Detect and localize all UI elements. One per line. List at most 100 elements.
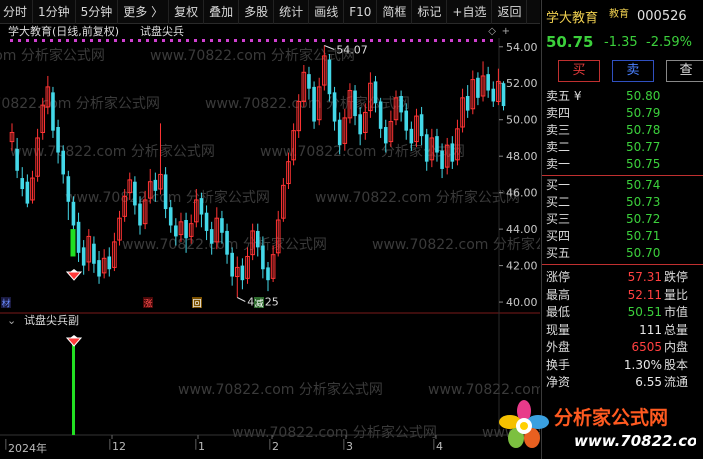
- bid-label: 买五: [546, 246, 571, 260]
- button-mark[interactable]: 标记: [412, 0, 448, 24]
- button-simple-frame[interactable]: 简框: [377, 0, 413, 24]
- candle-body: [168, 207, 173, 226]
- bid-row[interactable]: 买三 50.72: [542, 211, 703, 228]
- signal-dot: [66, 39, 69, 42]
- ask-row[interactable]: 卖四 50.79: [542, 105, 703, 122]
- industry-tag: 教育: [609, 9, 629, 20]
- candle-body: [373, 81, 378, 104]
- candle-body: [184, 220, 188, 239]
- stat-value: 6505: [631, 340, 662, 354]
- signal-dot: [138, 39, 141, 42]
- y-tick-label: 42.00: [506, 260, 538, 273]
- button-back[interactable]: 返回: [492, 0, 528, 24]
- stock-code: 000526: [637, 9, 687, 24]
- stat-label-right: 量比: [664, 287, 689, 302]
- tab-fenshi[interactable]: 分时: [0, 0, 34, 24]
- kline-chart[interactable]: www.70822.com 分析家公式网 www.70822.com 分析家公式网…: [0, 24, 540, 459]
- stat-row: 最高 52.11 量比: [542, 287, 703, 304]
- sell-button[interactable]: 卖: [612, 60, 654, 82]
- signal-dot: [306, 39, 309, 42]
- button-fuquan[interactable]: 复权: [169, 0, 205, 24]
- high-price-label: 54.07: [336, 44, 368, 57]
- bid-row[interactable]: 买四 50.71: [542, 228, 703, 245]
- signal-dot: [34, 39, 37, 42]
- stat-value: 52.11: [627, 287, 662, 302]
- button-multi-stock[interactable]: 多股: [239, 0, 275, 24]
- tab-1min[interactable]: 1分钟: [33, 0, 76, 24]
- stock-header: 学大教育 教育 000526: [542, 0, 703, 30]
- stat-value: 57.31: [627, 270, 662, 284]
- signal-dot: [42, 39, 45, 42]
- candle-body: [153, 179, 158, 191]
- button-f10[interactable]: F10: [344, 0, 378, 24]
- candle-body: [378, 101, 383, 129]
- ask-row[interactable]: 卖一 50.75: [542, 156, 703, 173]
- signal-dot: [354, 39, 357, 42]
- date-tick-mark: |: [342, 437, 346, 450]
- signal-dot: [162, 39, 165, 42]
- stat-label-right: 流通: [664, 375, 689, 389]
- candle-body: [199, 198, 204, 215]
- signal-dot: [330, 39, 333, 42]
- y-tick-label: 44.00: [506, 223, 538, 236]
- date-tick-label: 2: [272, 440, 279, 453]
- candle-body: [51, 92, 55, 131]
- ask-row[interactable]: 卖二 50.77: [542, 139, 703, 156]
- button-overlay[interactable]: 叠加: [204, 0, 240, 24]
- candle-body: [404, 110, 409, 131]
- date-tick-label: 1: [198, 440, 205, 453]
- signal-dot: [122, 39, 125, 42]
- signal-dot: [258, 39, 261, 42]
- button-add-watchlist[interactable]: +自选: [447, 0, 493, 24]
- signal-dot: [426, 39, 429, 42]
- signal-dot: [18, 39, 21, 42]
- ask-row[interactable]: 卖五 ¥ 50.80: [542, 88, 703, 105]
- bid-row[interactable]: 买一 50.74: [542, 177, 703, 194]
- date-tick-label: 3: [346, 440, 353, 453]
- y-tick-label: 48.00: [506, 150, 538, 163]
- signal-dot: [450, 39, 453, 42]
- candle-body: [327, 59, 332, 95]
- stock-name[interactable]: 学大教育: [546, 7, 598, 26]
- ask-row[interactable]: 卖三 50.78: [542, 122, 703, 139]
- ask-price: 50.78: [626, 123, 661, 137]
- marker-text-zhang: 涨: [144, 299, 153, 310]
- candle-body: [92, 243, 96, 264]
- query-button[interactable]: 查: [666, 60, 703, 82]
- stat-value: 1.30%: [623, 357, 662, 372]
- button-draw-line[interactable]: 画线: [309, 0, 345, 24]
- candle-body: [266, 267, 270, 281]
- watermark-text: www.70822.com 分析家公式网: [10, 143, 215, 160]
- stat-value: 50.51: [627, 305, 662, 319]
- date-tick-mark: |: [194, 437, 198, 450]
- stat-label: 净资: [546, 375, 571, 389]
- button-statistics[interactable]: 统计: [274, 0, 310, 24]
- sub-indicator-icon[interactable]: ⌄: [7, 313, 16, 329]
- tab-5min[interactable]: 5分钟: [76, 0, 119, 24]
- candle-body: [383, 127, 388, 144]
- ask-price: 50.75: [626, 157, 661, 171]
- candle-body: [71, 201, 76, 226]
- candle-body: [353, 90, 357, 117]
- stat-label-right: 股本: [664, 357, 689, 372]
- watermark-text: www.70822.com 分析家公式网: [428, 381, 540, 398]
- sub-indicator-name[interactable]: 试盘尖兵副: [24, 313, 79, 329]
- candle-body: [20, 178, 25, 190]
- quote-panel: 学大教育 教育 000526 50.75 -1.35 -2.59% 买 卖 查 …: [541, 0, 703, 459]
- watermark-text: www.70822.com 分析家公式网: [122, 236, 327, 253]
- date-tick-label: 2024年: [8, 442, 47, 455]
- candle-body: [419, 114, 424, 137]
- candle-body: [138, 203, 142, 226]
- signal-dot: [90, 39, 93, 42]
- buy-button[interactable]: 买: [558, 60, 600, 82]
- bid-row[interactable]: 买二 50.73: [542, 194, 703, 211]
- candle-body: [409, 128, 414, 144]
- diamond-signal-icon-top: [70, 269, 78, 272]
- bid-price: 50.74: [626, 178, 661, 192]
- signal-dot: [250, 39, 253, 42]
- bid-label: 买二: [546, 195, 571, 209]
- candle-body: [450, 143, 455, 162]
- tab-more[interactable]: 更多 〉: [118, 0, 170, 24]
- candle-body: [66, 176, 71, 202]
- bid-row[interactable]: 买五 50.70: [542, 245, 703, 262]
